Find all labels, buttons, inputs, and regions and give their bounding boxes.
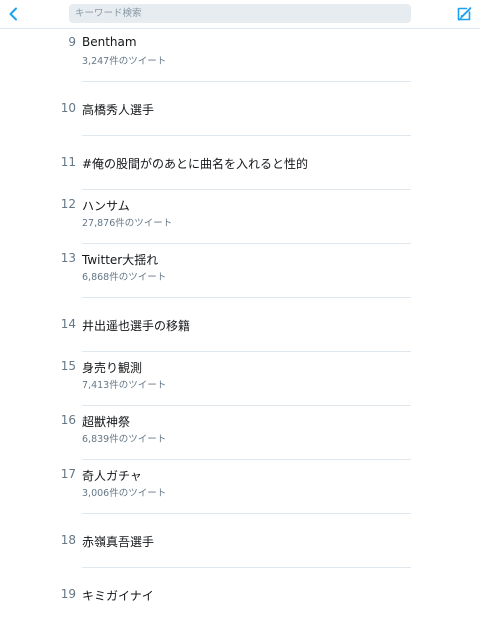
trend-item[interactable]: 14 井出遥也選手の移籍 [0,298,480,352]
trend-name: 井出遥也選手の移籍 [82,319,191,333]
trend-tweet-count: 3,006件のツイート [82,488,167,499]
trend-item[interactable]: 11 #俺の股間がのあとに曲名を入れると性的 [0,136,480,190]
trend-rank: 13 [60,251,76,265]
trend-item[interactable]: 10 高橋秀人選手 [0,82,480,136]
trend-rank: 14 [60,317,76,331]
trend-tweet-count: 27,876件のツイート [82,218,173,229]
trend-item[interactable]: 9 Bentham 3,247件のツイート [0,28,480,82]
trend-name: 奇人ガチャ [82,469,142,483]
trend-rank: 9 [68,35,76,49]
trend-rank: 12 [60,197,76,211]
trend-name: ハンサム [82,199,130,213]
trend-item[interactable]: 16 超獣神祭 6,839件のツイート [0,406,480,460]
trend-rank: 11 [60,155,76,169]
trend-name: 超獣神祭 [82,415,131,429]
trend-item[interactable]: 17 奇人ガチャ 3,006件のツイート [0,460,480,514]
trend-name: 赤嶺真吾選手 [82,535,155,549]
trend-name: Twitter大揺れ [82,253,159,267]
trend-tweet-count: 3,247件のツイート [82,56,167,67]
trend-name: Bentham [82,35,137,49]
trend-list: 9 Bentham 3,247件のツイート 10 高橋秀人選手 11 #俺の股間がのあとに曲… [0,28,480,622]
trend-rank: 10 [60,101,76,115]
trend-rank: 16 [60,413,76,427]
top-bar [0,0,480,29]
search-input[interactable] [69,4,411,23]
trend-name: 高橋秀人選手 [82,103,155,117]
trend-rank: 19 [60,587,76,601]
compose-icon [457,7,472,21]
trend-rank: 17 [60,467,76,481]
trend-rank: 18 [60,533,76,547]
trend-tweet-count: 6,868件のツイート [82,272,167,283]
chevron-left-icon [9,7,17,21]
trend-item[interactable]: 18 赤嶺真吾選手 [0,514,480,568]
trend-item[interactable]: 19 キミガイナイ [0,568,480,622]
compose-button[interactable] [454,4,474,24]
trend-name: #俺の股間がのあとに曲名を入れると性的 [82,157,309,171]
trend-name: 身売り観測 [82,361,143,375]
trend-item[interactable]: 12 ハンサム 27,876件のツイート [0,190,480,244]
trend-item[interactable]: 15 身売り観測 7,413件のツイート [0,352,480,406]
trend-tweet-count: 6,839件のツイート [82,434,167,445]
trend-rank: 15 [60,359,76,373]
back-button[interactable] [4,4,24,24]
trend-tweet-count: 7,413件のツイート [82,380,167,391]
trend-item[interactable]: 13 Twitter大揺れ 6,868件のツイート [0,244,480,298]
